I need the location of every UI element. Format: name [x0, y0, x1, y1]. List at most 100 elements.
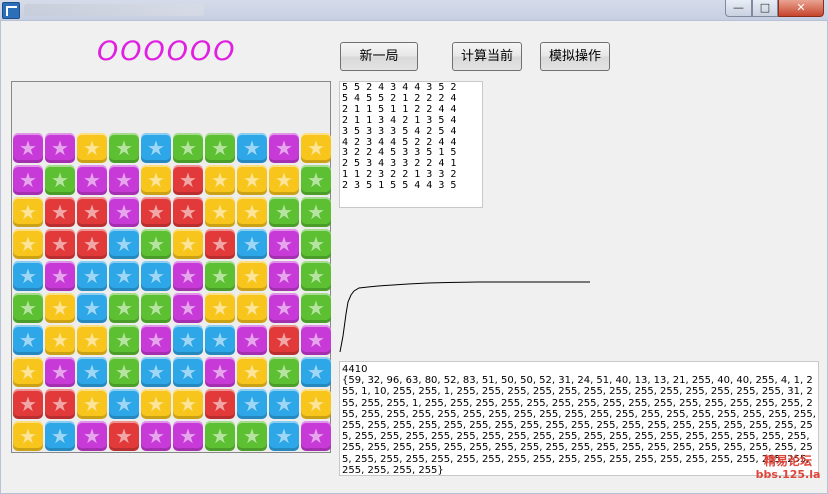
star-tile[interactable]: ★ [269, 421, 299, 451]
star-tile[interactable]: ★ [301, 357, 331, 387]
star-tile[interactable]: ★ [77, 133, 107, 163]
star-tile[interactable]: ★ [13, 261, 43, 291]
star-tile[interactable]: ★ [141, 325, 171, 355]
star-tile[interactable]: ★ [45, 325, 75, 355]
star-tile[interactable]: ★ [77, 229, 107, 259]
star-tile[interactable]: ★ [301, 133, 331, 163]
tile-grid[interactable]: ★ ★ ★ ★ ★ ★ ★ ★ ★ ★ ★ ★ ★ ★ ★ ★ ★ ★ ★ ★ ★ ★ ★ ★ ★ ★ ★ ★ ★ ★ ★ ★ ★ ★ ★ ★ ★ ★ ★ ★… [12, 132, 332, 452]
star-tile[interactable]: ★ [141, 293, 171, 323]
star-tile[interactable]: ★ [77, 197, 107, 227]
star-tile[interactable]: ★ [269, 133, 299, 163]
star-tile[interactable]: ★ [205, 293, 235, 323]
star-tile[interactable]: ★ [109, 229, 139, 259]
star-tile[interactable]: ★ [109, 165, 139, 195]
star-tile[interactable]: ★ [45, 357, 75, 387]
star-tile[interactable]: ★ [205, 421, 235, 451]
star-tile[interactable]: ★ [173, 197, 203, 227]
star-tile[interactable]: ★ [45, 261, 75, 291]
star-tile[interactable]: ★ [13, 357, 43, 387]
star-tile[interactable]: ★ [173, 325, 203, 355]
star-tile[interactable]: ★ [77, 293, 107, 323]
minimize-button[interactable]: — [725, 0, 752, 17]
star-tile[interactable]: ★ [173, 165, 203, 195]
star-tile[interactable]: ★ [109, 357, 139, 387]
star-tile[interactable]: ★ [237, 133, 267, 163]
star-tile[interactable]: ★ [141, 165, 171, 195]
star-tile[interactable]: ★ [237, 325, 267, 355]
star-tile[interactable]: ★ [141, 261, 171, 291]
star-tile[interactable]: ★ [173, 229, 203, 259]
star-tile[interactable]: ★ [109, 293, 139, 323]
game-board[interactable]: ★ ★ ★ ★ ★ ★ ★ ★ ★ ★ ★ ★ ★ ★ ★ ★ ★ ★ ★ ★ ★ ★ ★ ★ ★ ★ ★ ★ ★ ★ ★ ★ ★ ★ ★ ★ ★ ★ ★ ★… [11, 81, 331, 453]
star-tile[interactable]: ★ [141, 389, 171, 419]
star-tile[interactable]: ★ [77, 421, 107, 451]
star-tile[interactable]: ★ [269, 357, 299, 387]
star-tile[interactable]: ★ [173, 261, 203, 291]
star-tile[interactable]: ★ [45, 421, 75, 451]
star-tile[interactable]: ★ [45, 293, 75, 323]
star-tile[interactable]: ★ [13, 421, 43, 451]
star-tile[interactable]: ★ [109, 133, 139, 163]
star-tile[interactable]: ★ [301, 421, 331, 451]
star-tile[interactable]: ★ [141, 357, 171, 387]
star-tile[interactable]: ★ [205, 133, 235, 163]
star-tile[interactable]: ★ [109, 325, 139, 355]
star-tile[interactable]: ★ [237, 421, 267, 451]
close-button[interactable]: ✕ [778, 0, 824, 17]
star-tile[interactable]: ★ [205, 325, 235, 355]
star-tile[interactable]: ★ [45, 133, 75, 163]
star-tile[interactable]: ★ [141, 229, 171, 259]
star-tile[interactable]: ★ [109, 261, 139, 291]
star-tile[interactable]: ★ [301, 229, 331, 259]
star-tile[interactable]: ★ [301, 261, 331, 291]
star-tile[interactable]: ★ [269, 229, 299, 259]
star-tile[interactable]: ★ [205, 357, 235, 387]
star-tile[interactable]: ★ [269, 197, 299, 227]
star-tile[interactable]: ★ [269, 261, 299, 291]
star-tile[interactable]: ★ [237, 357, 267, 387]
star-tile[interactable]: ★ [173, 421, 203, 451]
star-tile[interactable]: ★ [13, 325, 43, 355]
star-tile[interactable]: ★ [301, 325, 331, 355]
star-tile[interactable]: ★ [301, 197, 331, 227]
star-tile[interactable]: ★ [237, 261, 267, 291]
star-tile[interactable]: ★ [173, 293, 203, 323]
star-tile[interactable]: ★ [141, 421, 171, 451]
star-tile[interactable]: ★ [109, 197, 139, 227]
star-tile[interactable]: ★ [13, 197, 43, 227]
star-tile[interactable]: ★ [269, 325, 299, 355]
calculate-current-button[interactable]: 计算当前 [452, 42, 522, 71]
star-tile[interactable]: ★ [141, 197, 171, 227]
star-tile[interactable]: ★ [237, 197, 267, 227]
star-tile[interactable]: ★ [205, 229, 235, 259]
star-tile[interactable]: ★ [141, 133, 171, 163]
star-tile[interactable]: ★ [237, 293, 267, 323]
star-tile[interactable]: ★ [173, 357, 203, 387]
star-tile[interactable]: ★ [13, 229, 43, 259]
star-tile[interactable]: ★ [45, 197, 75, 227]
star-tile[interactable]: ★ [205, 389, 235, 419]
star-tile[interactable]: ★ [301, 165, 331, 195]
simulate-operation-button[interactable]: 模拟操作 [540, 42, 610, 71]
star-tile[interactable]: ★ [77, 261, 107, 291]
star-tile[interactable]: ★ [109, 421, 139, 451]
star-tile[interactable]: ★ [109, 389, 139, 419]
new-game-button[interactable]: 新一局 [340, 42, 418, 71]
star-tile[interactable]: ★ [45, 229, 75, 259]
star-tile[interactable]: ★ [173, 389, 203, 419]
star-tile[interactable]: ★ [77, 389, 107, 419]
star-tile[interactable]: ★ [13, 165, 43, 195]
star-tile[interactable]: ★ [269, 293, 299, 323]
star-tile[interactable]: ★ [269, 165, 299, 195]
star-tile[interactable]: ★ [13, 293, 43, 323]
star-tile[interactable]: ★ [205, 165, 235, 195]
star-tile[interactable]: ★ [77, 357, 107, 387]
star-tile[interactable]: ★ [45, 389, 75, 419]
star-tile[interactable]: ★ [45, 165, 75, 195]
star-tile[interactable]: ★ [269, 389, 299, 419]
star-tile[interactable]: ★ [13, 389, 43, 419]
star-tile[interactable]: ★ [237, 389, 267, 419]
maximize-button[interactable]: □ [752, 0, 778, 17]
star-tile[interactable]: ★ [205, 197, 235, 227]
star-tile[interactable]: ★ [237, 165, 267, 195]
